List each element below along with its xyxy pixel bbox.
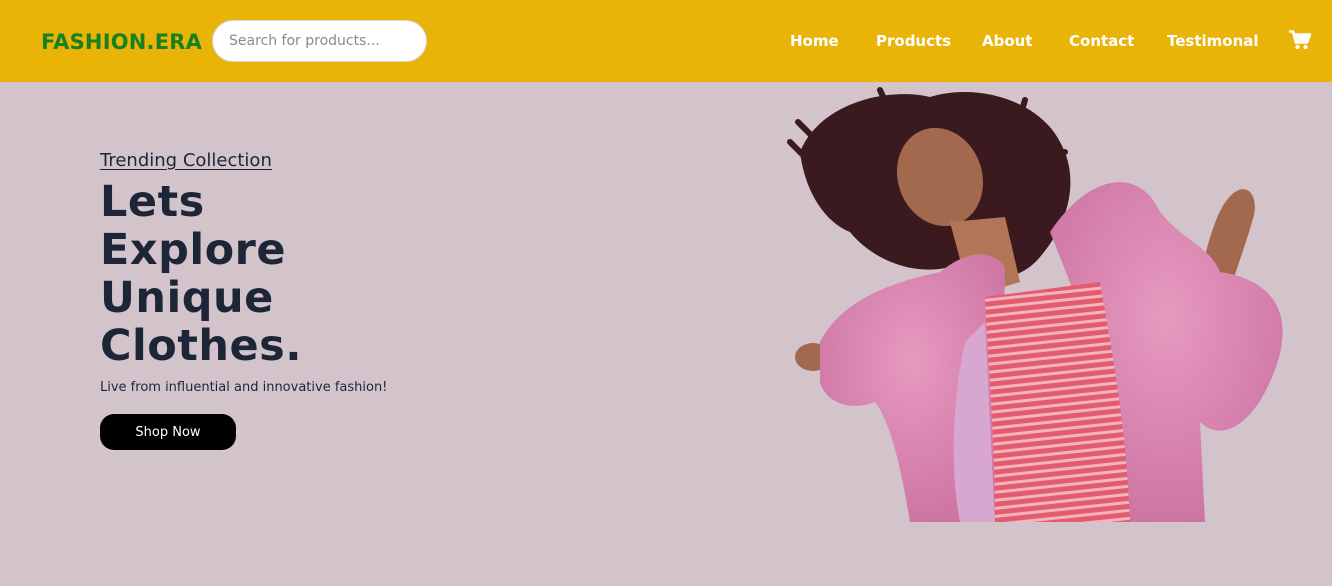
hero-model-image [787, 87, 1283, 522]
nav-link-home[interactable]: Home [790, 32, 839, 50]
hero-title: Lets Explore Unique Clothes. [100, 178, 420, 370]
shop-now-button[interactable]: Shop Now [100, 414, 236, 450]
navbar: FASHION.ERA Home Products About Contact … [0, 0, 1332, 82]
hero-title-line: Unique [100, 273, 274, 323]
hero-description: Live from influential and innovative fas… [100, 380, 388, 395]
search-input[interactable] [212, 20, 427, 62]
nav-link-about[interactable]: About [982, 32, 1033, 50]
nav-link-products[interactable]: Products [876, 32, 951, 50]
hero-title-line: Clothes. [100, 321, 303, 371]
hero-title-line: Explore [100, 225, 287, 275]
hero-subtitle: Trending Collection [100, 150, 272, 171]
hero-title-line: Lets [100, 177, 205, 227]
shopping-cart-icon[interactable] [1289, 30, 1311, 50]
nav-link-testimonal[interactable]: Testimonal [1167, 32, 1259, 50]
brand-logo[interactable]: FASHION.ERA [41, 29, 202, 55]
nav-link-contact[interactable]: Contact [1069, 32, 1134, 50]
